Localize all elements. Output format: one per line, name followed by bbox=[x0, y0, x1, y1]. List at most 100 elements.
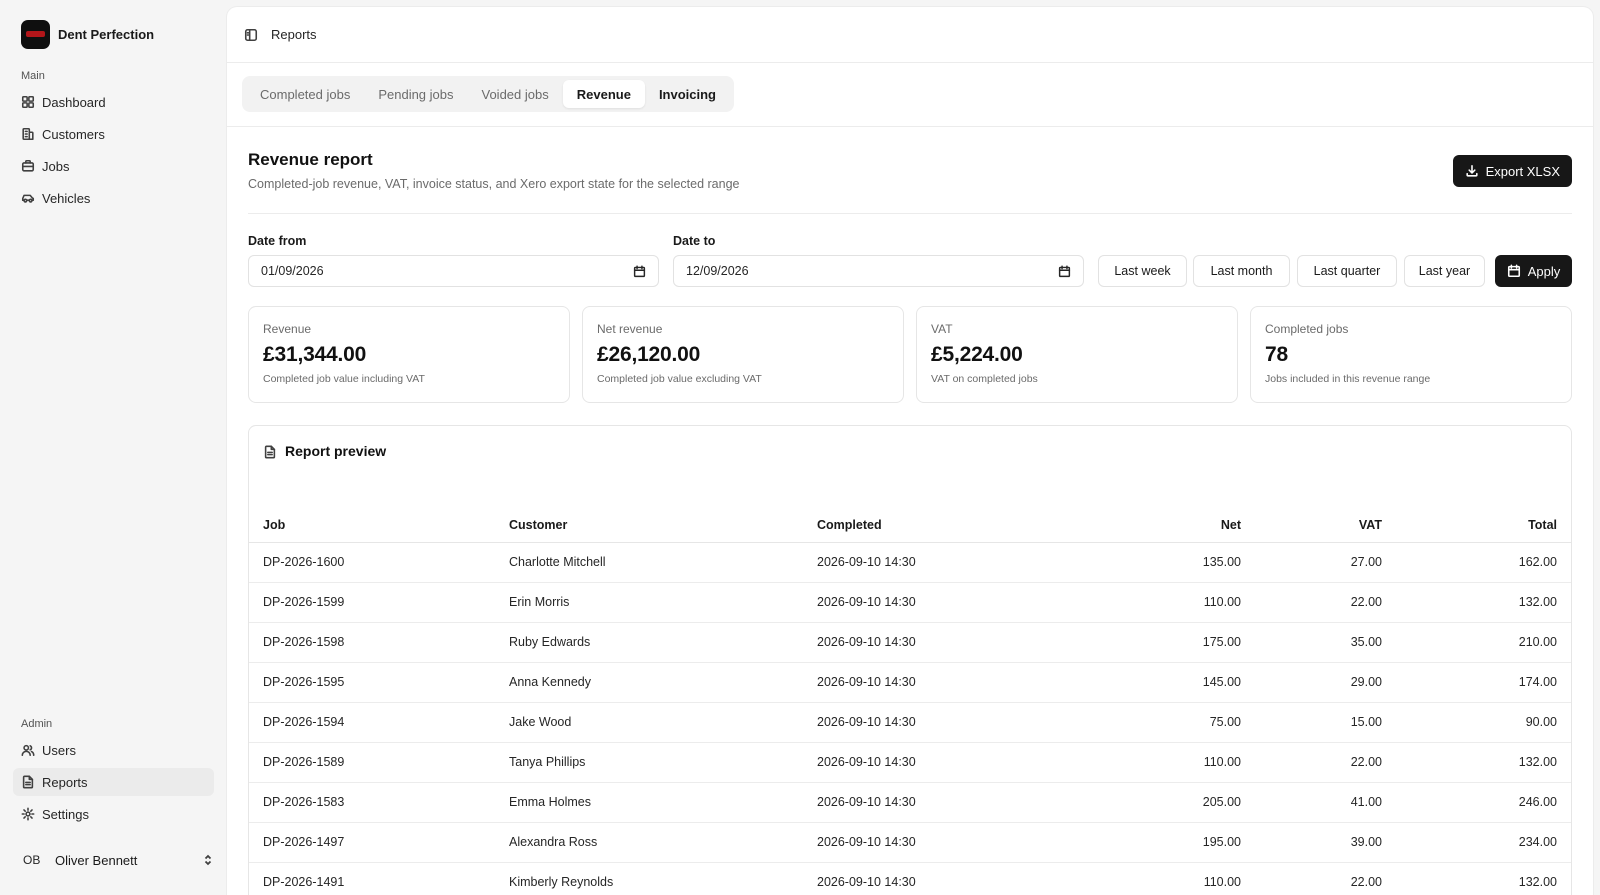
cell-vat: 39.00 bbox=[1241, 822, 1382, 863]
cell-total: 132.00 bbox=[1382, 742, 1571, 783]
report-table: Job Customer Completed Net VAT Total DP-… bbox=[249, 509, 1571, 895]
page-title: Reports bbox=[271, 27, 317, 42]
preset-last-week-button[interactable]: Last week bbox=[1098, 255, 1187, 287]
admin-nav: Admin Users Reports Settings bbox=[13, 708, 214, 832]
date-from-label: Date from bbox=[248, 234, 307, 248]
topbar: Reports bbox=[227, 7, 1593, 63]
sidebar-item-vehicles[interactable]: Vehicles bbox=[13, 184, 214, 212]
report-header: Revenue report Completed-job revenue, VA… bbox=[248, 127, 1572, 214]
user-menu[interactable]: OB Oliver Bennett bbox=[13, 846, 214, 874]
stat-card-vat: VAT £5,224.00 VAT on completed jobs bbox=[916, 306, 1238, 403]
cell-total: 162.00 bbox=[1382, 542, 1571, 583]
report-preview: Report preview Job Customer Completed Ne… bbox=[248, 425, 1572, 895]
export-xlsx-button[interactable]: Export XLSX bbox=[1452, 155, 1572, 187]
date-from-input[interactable]: 01/09/2026 bbox=[248, 255, 659, 287]
apply-button[interactable]: Apply bbox=[1495, 255, 1572, 287]
avatar: OB bbox=[23, 853, 41, 867]
table-row[interactable]: DP-2026-1497 Alexandra Ross 2026-09-10 14:… bbox=[249, 822, 1571, 863]
table-row[interactable]: DP-2026-1598 Ruby Edwards 2026-09-10 14:30… bbox=[249, 622, 1571, 663]
sidebar-item-dashboard[interactable]: Dashboard bbox=[13, 88, 214, 116]
cell-vat: 29.00 bbox=[1241, 662, 1382, 703]
cell-completed: 2026-09-10 14:30 bbox=[817, 582, 1017, 623]
column-header-net[interactable]: Net bbox=[1017, 509, 1241, 543]
user-name: Oliver Bennett bbox=[55, 852, 138, 868]
stat-label: Net revenue bbox=[597, 322, 663, 336]
column-header-customer[interactable]: Customer bbox=[509, 509, 817, 543]
column-header-completed[interactable]: Completed bbox=[817, 509, 1017, 543]
cell-completed: 2026-09-10 14:30 bbox=[817, 862, 1017, 895]
sidebar-item-label: Customers bbox=[42, 126, 105, 142]
preset-last-year-button[interactable]: Last year bbox=[1404, 255, 1485, 287]
report-subtitle: Completed-job revenue, VAT, invoice stat… bbox=[248, 177, 740, 191]
building-icon bbox=[21, 127, 35, 141]
table-row[interactable]: DP-2026-1589 Tanya Phillips 2026-09-10 14:… bbox=[249, 742, 1571, 783]
cell-customer: Emma Holmes bbox=[509, 782, 817, 823]
date-to-value: 12/09/2026 bbox=[686, 264, 749, 278]
tab-revenue[interactable]: Revenue bbox=[562, 80, 645, 108]
preset-last-quarter-button[interactable]: Last quarter bbox=[1297, 255, 1397, 287]
column-header-vat[interactable]: VAT bbox=[1241, 509, 1382, 543]
tab-invoicing[interactable]: Invoicing bbox=[645, 80, 730, 108]
gear-icon bbox=[21, 807, 35, 821]
table-row[interactable]: DP-2026-1600 Charlotte Mitchell 2026-09-10… bbox=[249, 542, 1571, 583]
table-row[interactable]: DP-2026-1491 Kimberly Reynolds 2026-09-10 … bbox=[249, 862, 1571, 895]
calendar-icon[interactable] bbox=[1058, 264, 1071, 278]
cell-net: 175.00 bbox=[1017, 622, 1241, 663]
report-title: Revenue report bbox=[248, 150, 373, 169]
cell-total: 132.00 bbox=[1382, 582, 1571, 623]
grid-icon bbox=[21, 95, 35, 109]
date-to-input[interactable]: 12/09/2026 bbox=[673, 255, 1084, 287]
sidebar-toggle-icon[interactable] bbox=[244, 28, 258, 42]
brand[interactable]: Dent Perfection bbox=[13, 19, 214, 49]
sidebar-item-label: Jobs bbox=[42, 158, 70, 174]
table-row[interactable]: DP-2026-1594 Jake Wood 2026-09-10 14:30 75.… bbox=[249, 702, 1571, 743]
table-row[interactable]: DP-2026-1595 Anna Kennedy 2026-09-10 14:30… bbox=[249, 662, 1571, 703]
sidebar-item-label: Reports bbox=[42, 774, 88, 790]
sidebar: Dent Perfection Main Dashboard Customers… bbox=[0, 0, 227, 895]
cell-customer: Tanya Phillips bbox=[509, 742, 817, 783]
cell-completed: 2026-09-10 14:30 bbox=[817, 662, 1017, 703]
cell-job: DP-2026-1598 bbox=[249, 622, 509, 663]
report-preview-title: Report preview bbox=[285, 443, 387, 459]
tab-pending-jobs[interactable]: Pending jobs bbox=[364, 80, 467, 108]
cell-net: 110.00 bbox=[1017, 862, 1241, 895]
sidebar-item-label: Vehicles bbox=[42, 190, 91, 206]
cell-total: 234.00 bbox=[1382, 822, 1571, 863]
apply-label: Apply bbox=[1527, 263, 1561, 279]
cell-net: 75.00 bbox=[1017, 702, 1241, 743]
cell-net: 145.00 bbox=[1017, 662, 1241, 703]
nav-section-main: Main bbox=[21, 70, 45, 82]
stat-description: Completed job value excluding VAT bbox=[597, 373, 762, 385]
cell-total: 132.00 bbox=[1382, 862, 1571, 895]
report-table-body: DP-2026-1600 Charlotte Mitchell 2026-09-10… bbox=[249, 542, 1571, 895]
column-header-total[interactable]: Total bbox=[1382, 509, 1571, 543]
car-icon bbox=[21, 191, 35, 205]
column-header-job[interactable]: Job bbox=[249, 509, 509, 543]
report-content: Revenue report Completed-job revenue, VA… bbox=[227, 127, 1593, 895]
cell-completed: 2026-09-10 14:30 bbox=[817, 822, 1017, 863]
sidebar-item-reports[interactable]: Reports bbox=[13, 768, 214, 796]
sidebar-item-customers[interactable]: Customers bbox=[13, 120, 214, 148]
sidebar-item-settings[interactable]: Settings bbox=[13, 800, 214, 828]
cell-job: DP-2026-1594 bbox=[249, 702, 509, 743]
table-header-row: Job Customer Completed Net VAT Total bbox=[249, 509, 1571, 543]
calendar-icon[interactable] bbox=[633, 264, 646, 278]
main-panel: Reports Completed jobs Pending jobs Void… bbox=[227, 7, 1593, 895]
table-row[interactable]: DP-2026-1599 Erin Morris 2026-09-10 14:30 1… bbox=[249, 582, 1571, 623]
stat-label: VAT bbox=[931, 322, 953, 336]
tab-voided-jobs[interactable]: Voided jobs bbox=[468, 80, 563, 108]
cell-customer: Anna Kennedy bbox=[509, 662, 817, 703]
tab-completed-jobs[interactable]: Completed jobs bbox=[246, 80, 364, 108]
preset-last-month-button[interactable]: Last month bbox=[1193, 255, 1290, 287]
users-icon bbox=[21, 743, 35, 757]
stat-description: Completed job value including VAT bbox=[263, 373, 425, 385]
cell-customer: Erin Morris bbox=[509, 582, 817, 623]
cell-net: 110.00 bbox=[1017, 582, 1241, 623]
cell-completed: 2026-09-10 14:30 bbox=[817, 702, 1017, 743]
cell-completed: 2026-09-10 14:30 bbox=[817, 622, 1017, 663]
sidebar-item-users[interactable]: Users bbox=[13, 736, 214, 764]
sidebar-item-jobs[interactable]: Jobs bbox=[13, 152, 214, 180]
table-row[interactable]: DP-2026-1583 Emma Holmes 2026-09-10 14:30 2… bbox=[249, 782, 1571, 823]
cell-job: DP-2026-1589 bbox=[249, 742, 509, 783]
cell-completed: 2026-09-10 14:30 bbox=[817, 542, 1017, 583]
